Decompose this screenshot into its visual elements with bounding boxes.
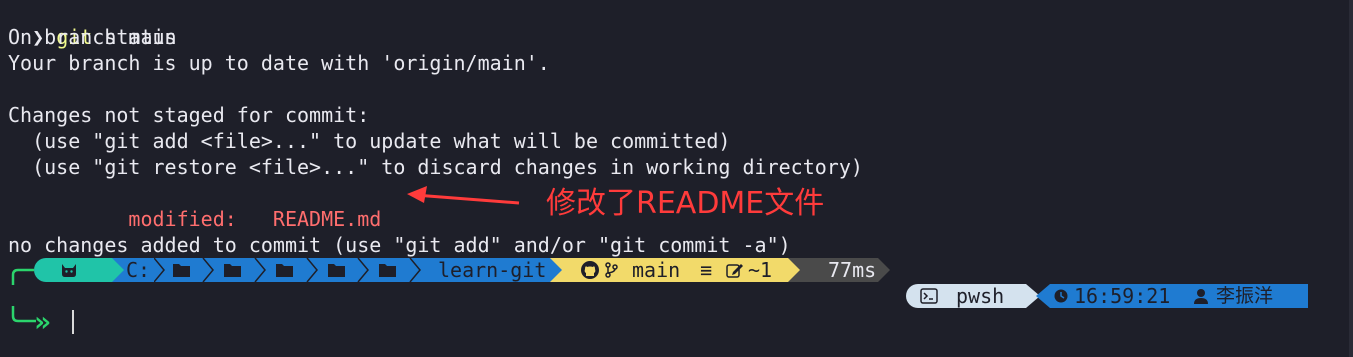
clock-icon (1054, 289, 1068, 303)
terminal-icon (920, 288, 938, 304)
prompt-connector-bottom-icon (11, 306, 36, 323)
git-branch: main (632, 258, 681, 282)
path-segment: C: learn-git (126, 258, 550, 282)
path-drive: C: (126, 258, 151, 282)
path-separators-icon (154, 258, 421, 282)
clock-segment: 16:59:21 李振洋 (1050, 284, 1308, 308)
clock-segment-left-arrow-icon (1036, 284, 1050, 308)
git-status-symbol: ≡ (700, 258, 713, 282)
exec-time-arrow-icon (878, 258, 890, 282)
annotation-arrow-icon (407, 186, 520, 205)
prompt-connector-top-icon (11, 268, 34, 285)
scrollbar[interactable] (1349, 0, 1353, 357)
os-segment-arrow-icon (112, 258, 126, 282)
exec-time: 77ms (828, 258, 877, 282)
exec-time-segment: 77ms (802, 258, 878, 282)
right-prompt: pwsh 16:59:21 李振洋 (906, 284, 1316, 308)
git-segment-arrow-icon (788, 258, 802, 282)
clock-time: 16:59:21 (1074, 284, 1171, 308)
shell-segment: pwsh (906, 284, 1026, 308)
path-segment-arrow-icon (550, 258, 564, 282)
edit-icon (726, 264, 743, 278)
git-changes: ~1 (748, 258, 773, 282)
user-icon (1194, 289, 1208, 304)
github-icon (581, 261, 599, 279)
command-line: ❯ git status (8, 0, 177, 49)
output-uptodate-line: Your branch is up to date with 'origin/m… (8, 51, 550, 75)
output-hint-restore: (use "git restore <file>..." to discard … (8, 155, 863, 179)
cat-icon (62, 264, 76, 277)
path-current: learn-git (438, 258, 547, 282)
user-name: 李振洋 (1216, 285, 1274, 307)
prompt-bar: C: learn-git main ≡ ~1 77ms (34, 258, 894, 282)
modified-label: modified: (32, 207, 273, 231)
input-prompt-symbol: » (34, 305, 51, 338)
text-cursor[interactable] (72, 310, 74, 334)
branch-icon (605, 262, 618, 278)
output-branch-line: On branch main (8, 25, 177, 49)
output-changes-header: Changes not staged for commit: (8, 103, 370, 127)
git-segment: main ≡ ~1 (564, 258, 788, 282)
output-hint-add: (use "git add <file>..." to update what … (8, 129, 731, 153)
output-no-changes-line: no changes added to commit (use "git add… (8, 233, 791, 257)
annotation-text: 修改了README文件 (546, 186, 825, 221)
os-segment (34, 258, 112, 282)
output-modified-line: modified: README.md (8, 180, 381, 231)
modified-file: README.md (272, 207, 382, 231)
shell-name: pwsh (956, 284, 1005, 308)
